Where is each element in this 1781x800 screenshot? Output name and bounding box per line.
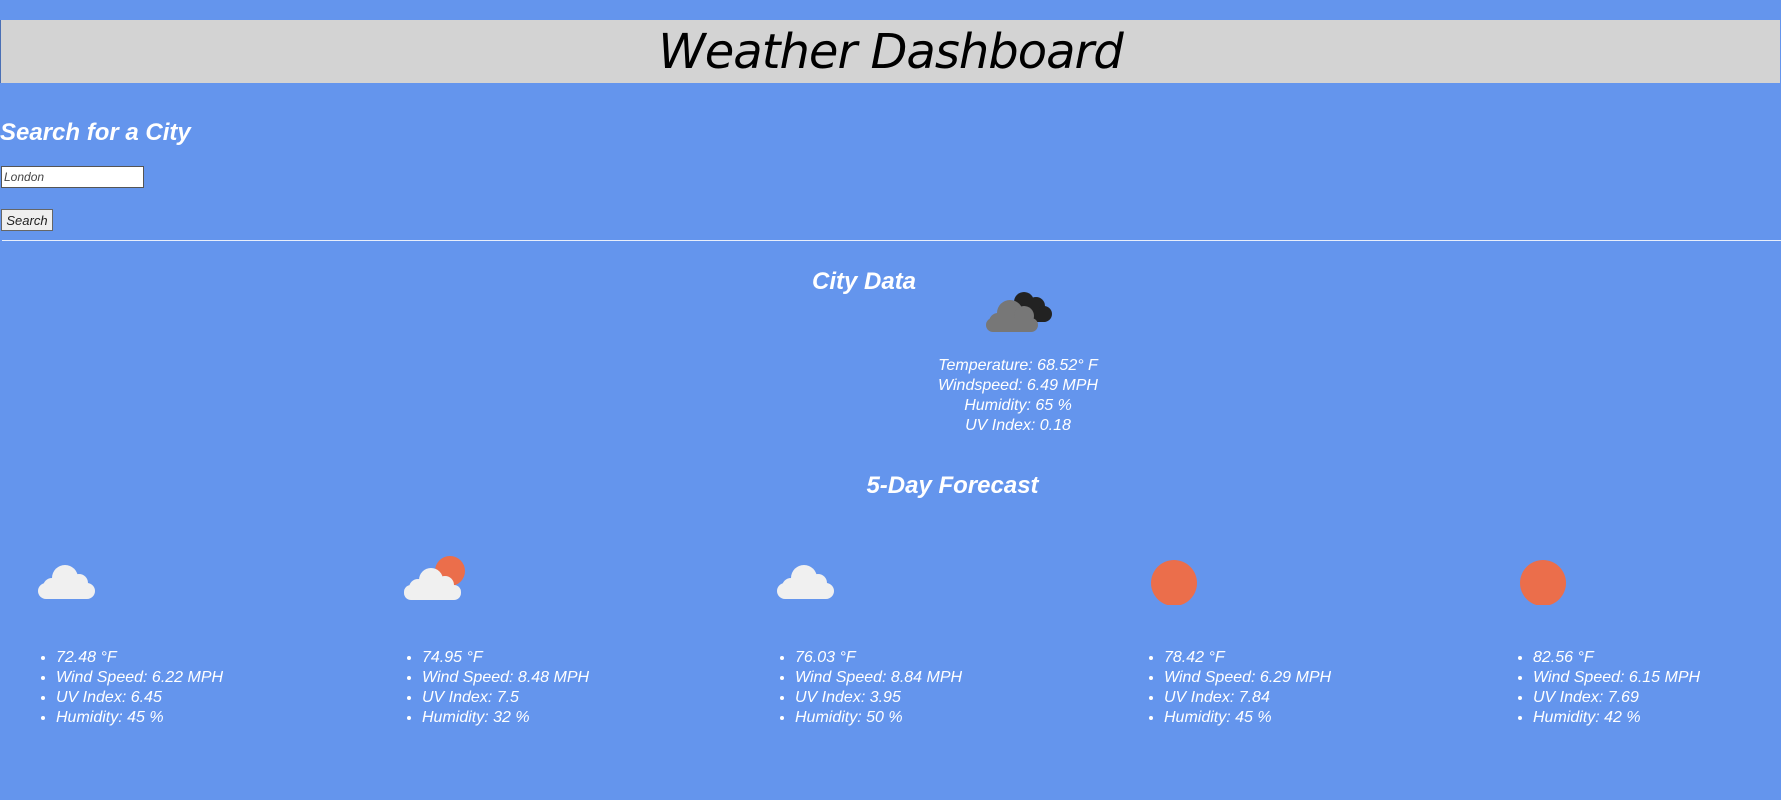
forecast-humidity: Humidity: 45 % bbox=[1164, 708, 1331, 728]
city-temperature: Temperature: 68.52° F bbox=[938, 357, 1098, 374]
cloud-icon bbox=[38, 565, 95, 599]
page-header: Weather Dashboard bbox=[0, 20, 1780, 83]
forecast-humidity: Humidity: 42 % bbox=[1533, 708, 1700, 728]
city-humidity: Humidity: 65 % bbox=[964, 397, 1072, 414]
forecast-day-list: 82.56 °F Wind Speed: 6.15 MPH UV Index: … bbox=[1515, 648, 1700, 728]
page-title: Weather Dashboard bbox=[658, 23, 1123, 80]
forecast-wind: Wind Speed: 8.48 MPH bbox=[422, 668, 589, 688]
forecast-day: 74.95 °F Wind Speed: 8.48 MPH UV Index: … bbox=[404, 555, 704, 735]
forecast-day-list: 72.48 °F Wind Speed: 6.22 MPH UV Index: … bbox=[38, 648, 223, 728]
forecast-day: 76.03 °F Wind Speed: 8.84 MPH UV Index: … bbox=[777, 555, 1077, 735]
sun-icon bbox=[1520, 560, 1566, 605]
city-stats: Temperature: 68.52° F Windspeed: 6.49 MP… bbox=[918, 356, 1118, 436]
forecast-day-list: 78.42 °F Wind Speed: 6.29 MPH UV Index: … bbox=[1146, 648, 1331, 728]
sun-icon bbox=[1151, 560, 1197, 605]
forecast-temp: 82.56 °F bbox=[1533, 648, 1700, 668]
forecast-day: 82.56 °F Wind Speed: 6.15 MPH UV Index: … bbox=[1515, 555, 1781, 735]
forecast-temp: 74.95 °F bbox=[422, 648, 589, 668]
forecast-wind: Wind Speed: 8.84 MPH bbox=[795, 668, 962, 688]
forecast-day: 72.48 °F Wind Speed: 6.22 MPH UV Index: … bbox=[38, 555, 338, 735]
city-uv-index: UV Index: 0.18 bbox=[965, 417, 1071, 434]
forecast-temp: 78.42 °F bbox=[1164, 648, 1331, 668]
forecast-uv: UV Index: 7.69 bbox=[1533, 688, 1700, 708]
city-search-input[interactable] bbox=[1, 166, 144, 188]
forecast-uv: UV Index: 7.5 bbox=[422, 688, 589, 708]
forecast-uv: UV Index: 6.45 bbox=[56, 688, 223, 708]
forecast-day-list: 76.03 °F Wind Speed: 8.84 MPH UV Index: … bbox=[777, 648, 962, 728]
search-title: Search for a City bbox=[0, 119, 191, 146]
city-data-title: City Data bbox=[812, 268, 917, 295]
forecast-uv: UV Index: 7.84 bbox=[1164, 688, 1331, 708]
forecast-wind: Wind Speed: 6.22 MPH bbox=[56, 668, 223, 688]
partly-sunny-icon bbox=[404, 556, 465, 600]
city-windspeed: Windspeed: 6.49 MPH bbox=[938, 377, 1098, 394]
forecast-wind: Wind Speed: 6.15 MPH bbox=[1533, 668, 1700, 688]
forecast-temp: 72.48 °F bbox=[56, 648, 223, 668]
forecast-humidity: Humidity: 45 % bbox=[56, 708, 223, 728]
forecast-title: 5-Day Forecast bbox=[866, 472, 1039, 499]
search-button[interactable]: Search bbox=[1, 209, 53, 231]
divider bbox=[2, 240, 1781, 241]
forecast-temp: 76.03 °F bbox=[795, 648, 962, 668]
cloud-icon bbox=[777, 565, 834, 599]
forecast-wind: Wind Speed: 6.29 MPH bbox=[1164, 668, 1331, 688]
broken-clouds-icon bbox=[986, 292, 1052, 332]
forecast-uv: UV Index: 3.95 bbox=[795, 688, 962, 708]
forecast-humidity: Humidity: 32 % bbox=[422, 708, 589, 728]
forecast-humidity: Humidity: 50 % bbox=[795, 708, 962, 728]
forecast-day: 78.42 °F Wind Speed: 6.29 MPH UV Index: … bbox=[1146, 555, 1446, 735]
forecast-day-list: 74.95 °F Wind Speed: 8.48 MPH UV Index: … bbox=[404, 648, 589, 728]
